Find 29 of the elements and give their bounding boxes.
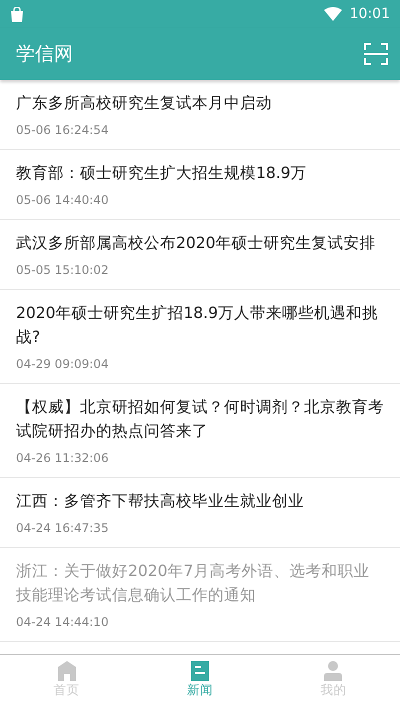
house-icon — [58, 661, 76, 681]
news-item[interactable]: 广东多所高校研究生复试本月中启动 05-06 16:24:54 — [0, 80, 400, 150]
news-title: 武汉多所部属高校公布2020年硕士研究生复试安排 — [16, 233, 376, 254]
news-title: 浙江：关于做好2020年7月高考外语、选考和职业技能理论考试信息确认工作的通知 — [16, 561, 370, 606]
news-item[interactable]: 2020年硕士研究生扩招18.9万人带来哪些机遇和挑战? 04-29 09:09:04 — [0, 290, 400, 384]
news-item[interactable]: 【权威】北京研招如何复试？何时调剂？北京教育考试院研招办的热点问答来了 04-26 11:32:06 — [0, 384, 400, 478]
news-time: 04-24 14:44:10 — [16, 614, 110, 630]
document-icon — [190, 661, 209, 681]
news-time: 04-26 11:32:06 — [16, 450, 110, 466]
news-time: 04-24 16:47:35 — [16, 520, 110, 536]
bag-icon — [10, 6, 24, 22]
news-time: 05-05 15:10:02 — [16, 262, 110, 278]
app-title: 学信网 — [16, 42, 73, 67]
news-title: 广东多所高校研究生复试本月中启动 — [16, 93, 273, 114]
wifi-icon — [324, 7, 342, 21]
news-title: 2020年硕士研究生扩招18.9万人带来哪些机遇和挑战? — [16, 303, 379, 348]
news-title: 教育部：硕士研究生扩大招生规模18.9万 — [16, 163, 308, 184]
status-time: 10:01 — [350, 4, 390, 24]
news-item[interactable]: 教育部：硕士研究生扩大招生规模18.9万 05-06 14:40:40 — [0, 150, 400, 220]
news-item[interactable]: 浙江：关于做好2020年7月高考外语、选考和职业技能理论考试信息确认工作的通知 04-24 14:44:10 — [0, 548, 400, 642]
scan-icon[interactable] — [364, 43, 388, 65]
news-time: 05-06 16:24:54 — [16, 122, 110, 138]
news-time: 05-06 14:40:40 — [16, 192, 110, 208]
news-title: 【权威】北京研招如何复试？何时调剂？北京教育考试院研招办的热点问答来了 — [16, 397, 384, 442]
news-title: 江西：多管齐下帮扶高校毕业生就业创业 — [16, 491, 305, 512]
news-item[interactable]: 武汉多所部属高校公布2020年硕士研究生复试安排 05-05 15:10:02 — [0, 220, 400, 290]
news-item[interactable]: 江西：多管齐下帮扶高校毕业生就业创业 04-24 16:47:35 — [0, 478, 400, 548]
person-icon — [324, 661, 342, 681]
news-time: 04-29 09:09:04 — [16, 356, 110, 372]
